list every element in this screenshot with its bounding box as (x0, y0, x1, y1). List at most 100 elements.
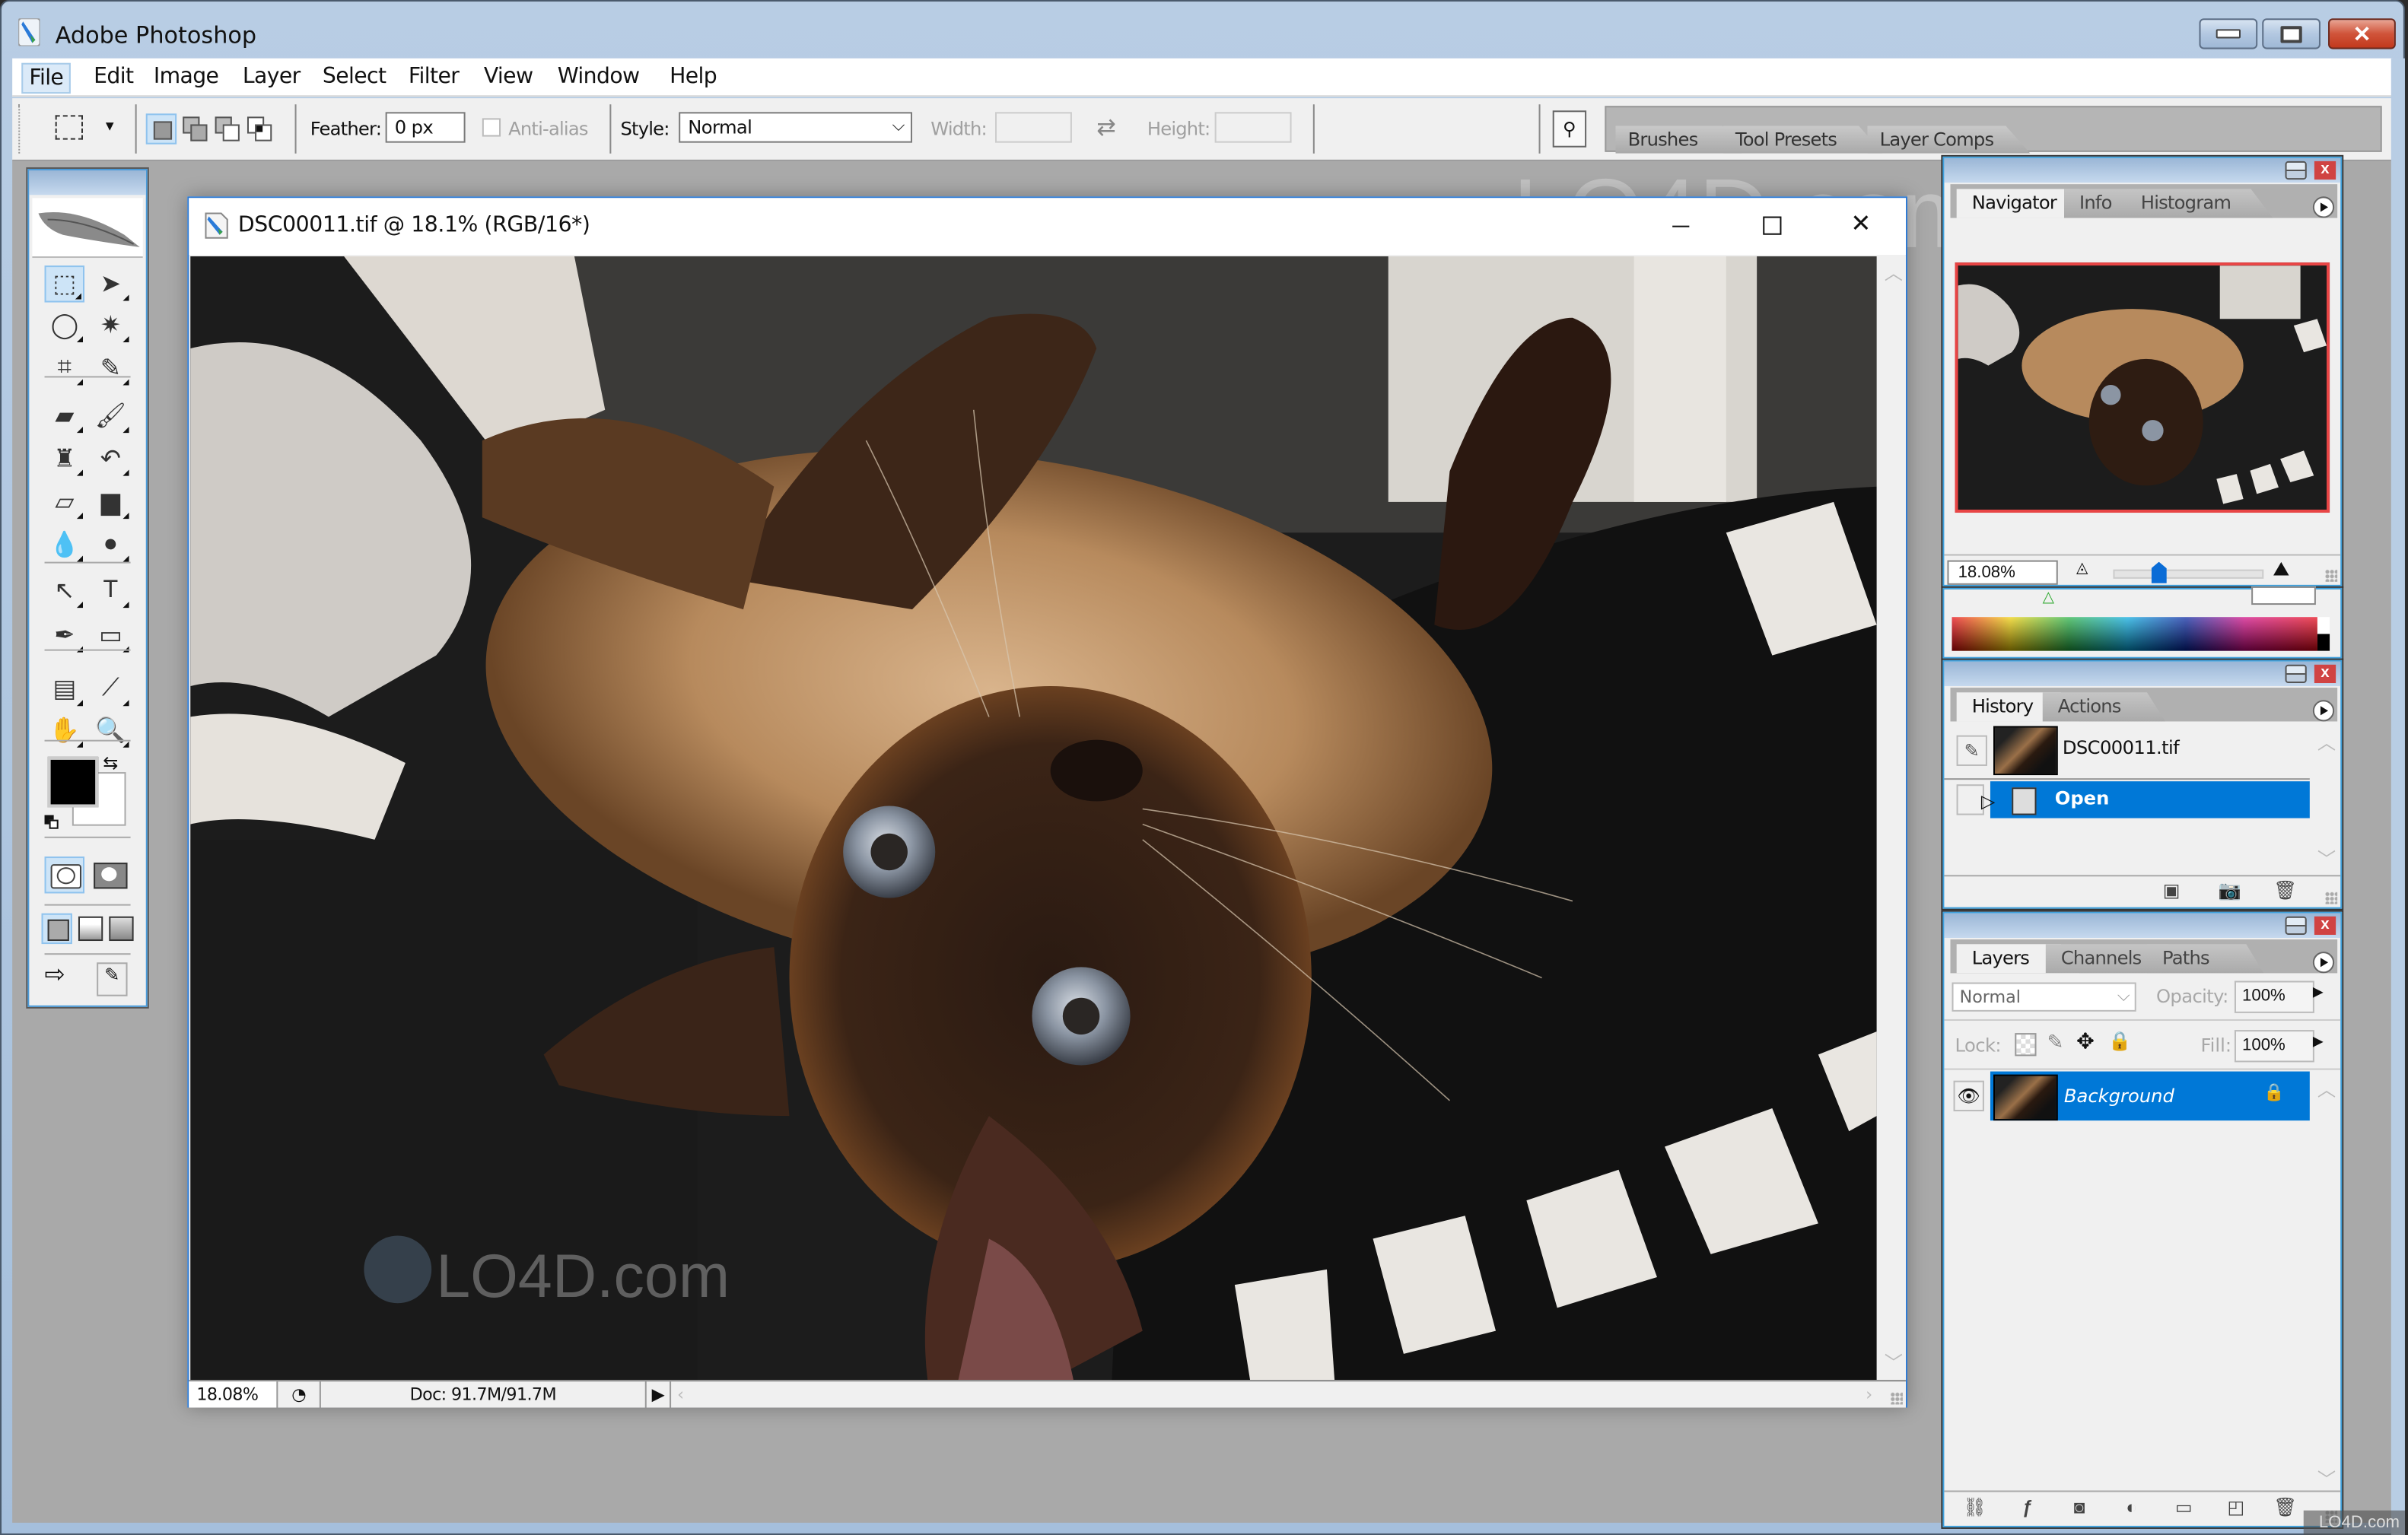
tool-gradient[interactable]: ▆ (91, 484, 130, 520)
opacity-slider-arrow[interactable]: ▶ (2313, 984, 2324, 1001)
scroll-up-icon[interactable]: ︿ (1885, 259, 1903, 285)
menu-help[interactable]: Help (663, 63, 723, 91)
tool-blur[interactable]: 💧 (45, 526, 84, 563)
panel-minimize-button[interactable] (2285, 160, 2307, 180)
minimize-button[interactable] (2199, 18, 2258, 49)
color-slider-marker[interactable]: △ (2043, 590, 2055, 606)
lock-position-icon[interactable]: ✥ (2076, 1028, 2095, 1054)
adjustment-layer-icon[interactable]: ◐ (2120, 1497, 2144, 1518)
panel-menu-button[interactable] (2312, 196, 2335, 218)
menu-select[interactable]: Select (317, 63, 393, 91)
panel-close-button[interactable]: x (2314, 160, 2336, 180)
panel-menu-button[interactable] (2312, 700, 2335, 722)
well-tab-tool-presets[interactable]: Tool Presets (1722, 126, 1883, 154)
scroll-down-icon[interactable]: ﹀ (2317, 846, 2336, 872)
document-title-bar[interactable]: DSC00011.tif @ 18.1% (RGB/16*) ✕ (189, 198, 1906, 255)
swap-colors-icon[interactable]: ⇆ (103, 752, 118, 774)
navigator-zoom-input[interactable]: 18.08% (1947, 560, 2058, 585)
zoom-level-field[interactable]: 18.08% (189, 1381, 278, 1408)
full-screen-mode-button[interactable] (109, 916, 134, 942)
rect-marquee-icon[interactable] (55, 115, 83, 140)
file-browser-icon[interactable]: ⚲ (1552, 110, 1587, 148)
tool-path-selection[interactable]: ↖ (45, 573, 84, 609)
tool-hand[interactable]: ✋ (45, 712, 84, 748)
tool-rectangular-marquee[interactable]: ⬚ (44, 265, 85, 303)
doc-minimize-button[interactable] (1672, 225, 1690, 227)
zoom-slider-thumb[interactable] (2151, 561, 2167, 583)
navigator-zoom-slider[interactable] (2113, 561, 2264, 583)
subtract-selection-button[interactable] (215, 116, 240, 141)
tool-eyedropper[interactable]: ⟋ (91, 671, 130, 707)
width-input[interactable] (994, 112, 1072, 143)
panel-minimize-button[interactable] (2285, 664, 2307, 684)
tool-brush[interactable]: 🖌 (91, 398, 130, 434)
fill-input[interactable]: 100% (2234, 1030, 2314, 1063)
jump-to-imageready-icon[interactable]: ⇨ (45, 959, 91, 996)
delete-layer-trash-icon[interactable]: 🗑 (2273, 1497, 2297, 1518)
menu-edit[interactable]: Edit (87, 63, 139, 91)
scroll-right-icon[interactable]: › (1866, 1381, 1872, 1407)
height-input[interactable] (1214, 112, 1292, 143)
tool-clone-stamp[interactable]: ♜ (45, 440, 84, 477)
panel-header[interactable]: x (1944, 913, 2341, 938)
panel-header[interactable]: x (1944, 661, 2341, 687)
new-snapshot-icon[interactable]: 📷 (2218, 879, 2242, 901)
history-source-checkbox[interactable] (1956, 784, 1984, 815)
color-ramp[interactable] (1952, 617, 2317, 651)
history-state-row[interactable]: Open (1990, 781, 2310, 818)
photoshop-feather-logo[interactable] (32, 198, 143, 259)
tool-history-brush[interactable]: ↶ (91, 440, 130, 477)
new-group-folder-icon[interactable]: ▭ (2171, 1497, 2196, 1518)
trash-icon[interactable]: 🗑 (2273, 879, 2297, 901)
standard-screen-mode-button[interactable] (41, 913, 72, 945)
image-canvas[interactable]: LO4D.com (190, 256, 1877, 1381)
tool-crop[interactable]: ⌗ (45, 350, 84, 386)
layer-visibility-eye-icon[interactable]: 👁 (1953, 1080, 1984, 1112)
horizontal-scrollbar[interactable]: ‹ › (671, 1381, 1878, 1407)
new-selection-button[interactable] (145, 113, 177, 145)
tab-paths[interactable]: Paths (2146, 944, 2264, 974)
menu-filter[interactable]: Filter (402, 63, 466, 91)
scroll-down-icon[interactable]: ﹀ (2317, 1466, 2336, 1492)
fill-slider-arrow[interactable]: ▶ (2313, 1033, 2324, 1050)
well-tab-brushes[interactable]: Brushes (1615, 126, 1742, 154)
tool-zoom[interactable]: 🔍 (91, 712, 130, 748)
panel-header[interactable]: x (1944, 157, 2341, 183)
scroll-left-icon[interactable]: ‹ (677, 1381, 684, 1407)
doc-close-button[interactable]: ✕ (1850, 208, 1871, 239)
panel-close-button[interactable]: x (2314, 664, 2336, 684)
full-screen-menu-mode-button[interactable] (78, 916, 103, 942)
quick-mask-mode-button[interactable] (91, 858, 128, 891)
zoom-in-icon[interactable]: ⛰ (2273, 558, 2289, 582)
white-swatch[interactable] (2317, 617, 2330, 634)
new-document-from-state-icon[interactable]: ▣ (2159, 879, 2184, 901)
layer-row-background[interactable]: Background 🔒 (1990, 1071, 2310, 1121)
link-layers-icon[interactable]: ⛓ (1963, 1497, 1987, 1518)
intersect-selection-button[interactable] (247, 116, 272, 141)
standard-mode-button[interactable] (44, 856, 85, 894)
swap-dimensions-icon[interactable]: ⇄ (1096, 113, 1115, 141)
tool-healing-brush[interactable]: ▰ (45, 398, 84, 434)
scroll-down-icon[interactable]: ﹀ (1885, 1349, 1903, 1375)
opacity-input[interactable]: 100% (2234, 980, 2314, 1013)
new-layer-icon[interactable]: ◰ (2224, 1497, 2248, 1518)
maximize-button[interactable] (2262, 18, 2321, 49)
navigator-thumbnail[interactable] (1955, 262, 2330, 513)
tool-notes[interactable]: ▤ (45, 671, 84, 707)
tool-slice[interactable]: ✎ (91, 350, 130, 386)
black-swatch[interactable] (2317, 634, 2330, 651)
close-button[interactable]: ✕ (2328, 18, 2396, 49)
vertical-scrollbar[interactable]: ︿ ﹀ (1878, 256, 1906, 1381)
scroll-up-icon[interactable]: ︿ (2317, 1076, 2336, 1102)
tool-lasso[interactable]: ◯ (45, 307, 84, 344)
tool-pen[interactable]: ✒ (45, 617, 84, 653)
imageready-feather-icon[interactable]: ✎ (97, 962, 128, 996)
toolbox-header[interactable] (29, 170, 146, 195)
history-snapshot-row[interactable]: ✎ DSC00011.tif (1944, 723, 2310, 780)
resize-grip[interactable] (2325, 891, 2338, 904)
well-tab-layer-comps[interactable]: Layer Comps (1867, 126, 2031, 154)
tab-histogram[interactable]: Histogram (2125, 189, 2273, 218)
tool-shape[interactable]: ▭ (91, 617, 130, 653)
lock-all-icon[interactable]: 🔒 (2108, 1030, 2131, 1051)
resize-grip[interactable] (2325, 569, 2338, 582)
